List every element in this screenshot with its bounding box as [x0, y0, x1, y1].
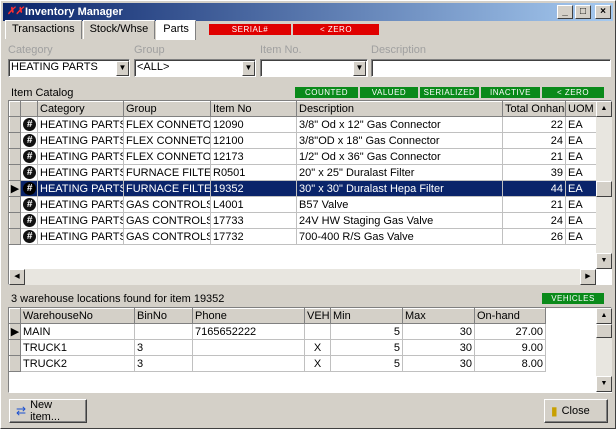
- tab-strip: Transactions Stock/Whse Parts: [5, 20, 197, 40]
- counted-badge: COUNTED: [295, 87, 358, 98]
- scroll-down-arrow-icon[interactable]: ▼: [596, 376, 612, 392]
- app-icon: ✗✗: [7, 6, 24, 17]
- tab-parts[interactable]: Parts: [156, 20, 196, 40]
- hash-icon: #: [23, 118, 36, 131]
- table-row-selected[interactable]: ▶ # HEATING PARTS FURNACE FILTERS 19352 …: [9, 180, 600, 197]
- itemno-dropdown-arrow-icon[interactable]: ▼: [353, 61, 366, 76]
- table-row[interactable]: # HEATING PARTS FLEX CONNETORS 12090 3/8…: [9, 116, 600, 133]
- hash-icon: #: [23, 230, 36, 243]
- description-label: Description: [371, 44, 427, 56]
- hash-icon: #: [23, 166, 36, 179]
- vehicles-badge: VEHICLES: [542, 293, 604, 304]
- close-button[interactable]: ▮ Close: [544, 399, 608, 423]
- col-on-hand[interactable]: On-hand: [474, 308, 546, 324]
- col-uom[interactable]: UOM: [565, 101, 600, 117]
- hash-icon: #: [23, 182, 36, 195]
- table-row[interactable]: # HEATING PARTS FLEX CONNETORS 12100 3/8…: [9, 132, 600, 149]
- catalog-vertical-scrollbar[interactable]: ▲ ▼: [596, 101, 612, 269]
- itemno-field[interactable]: [260, 59, 368, 77]
- close-window-button[interactable]: ×: [595, 5, 611, 19]
- hash-icon: #: [23, 214, 36, 227]
- warehouse-vertical-scrollbar[interactable]: ▲ ▼: [596, 308, 612, 392]
- warehouse-row[interactable]: TRUCK2 3 X 5 30 8.00: [9, 355, 546, 372]
- col-group[interactable]: Group: [123, 101, 211, 117]
- tab-stock-whse[interactable]: Stock/Whse: [82, 20, 156, 39]
- door-icon: ▮: [551, 404, 558, 418]
- title-bar: ✗✗ Inventory Manager _ □ ×: [3, 3, 613, 21]
- group-select[interactable]: <ALL>: [134, 59, 256, 77]
- warehouse-vscroll-thumb[interactable]: [596, 324, 612, 338]
- col-warehouse-no[interactable]: WarehouseNo: [20, 308, 135, 324]
- window-title: Inventory Manager: [25, 6, 123, 18]
- catalog-horizontal-scrollbar[interactable]: ◀ ▶: [9, 269, 596, 285]
- col-description[interactable]: Description: [296, 101, 503, 117]
- warehouse-grid[interactable]: WarehouseNo BinNo Phone VEH Min Max On-h…: [8, 307, 612, 393]
- col-phone[interactable]: Phone: [192, 308, 305, 324]
- scroll-left-arrow-icon[interactable]: ◀: [9, 269, 25, 285]
- hash-icon: #: [23, 198, 36, 211]
- itemno-label: Item No.: [260, 44, 302, 56]
- row-pointer-icon: ▶: [10, 183, 20, 195]
- hash-icon: #: [23, 134, 36, 147]
- inventory-manager-window: ✗✗ Inventory Manager _ □ × Transactions …: [0, 0, 616, 429]
- item-catalog-title: Item Catalog: [11, 87, 74, 99]
- table-row[interactable]: # HEATING PARTS FLEX CONNETORS 12173 1/2…: [9, 148, 600, 165]
- warehouse-row[interactable]: TRUCK1 3 X 5 30 9.00: [9, 339, 546, 356]
- scroll-up-arrow-icon[interactable]: ▲: [596, 308, 612, 324]
- table-row[interactable]: # HEATING PARTS GAS CONTROLS 17733 24V H…: [9, 212, 600, 229]
- category-label: Category: [8, 44, 53, 56]
- table-row[interactable]: # HEATING PARTS FURNACE FILTERS R0501 20…: [9, 164, 600, 181]
- hash-icon: #: [23, 150, 36, 163]
- col-bin-no[interactable]: BinNo: [134, 308, 193, 324]
- category-dropdown-arrow-icon[interactable]: ▼: [116, 61, 129, 76]
- inactive-badge: INACTIVE: [481, 87, 540, 98]
- serialized-badge: SERIALIZED: [420, 87, 479, 98]
- zero-badge: < ZERO: [293, 24, 379, 35]
- group-label: Group: [134, 44, 165, 56]
- col-veh[interactable]: VEH: [304, 308, 331, 324]
- scroll-down-arrow-icon[interactable]: ▼: [596, 253, 612, 269]
- scroll-up-arrow-icon[interactable]: ▲: [596, 101, 612, 117]
- col-category[interactable]: Category: [37, 101, 124, 117]
- group-dropdown-arrow-icon[interactable]: ▼: [242, 61, 255, 76]
- item-catalog-grid[interactable]: Category Group Item No Description Total…: [8, 100, 612, 285]
- description-field[interactable]: [371, 59, 611, 77]
- zero-stock-badge: < ZERO: [542, 87, 604, 98]
- col-min[interactable]: Min: [330, 308, 403, 324]
- maximize-button[interactable]: □: [575, 5, 591, 19]
- warehouse-status-text: 3 warehouse locations found for item 193…: [11, 293, 225, 305]
- col-max[interactable]: Max: [402, 308, 475, 324]
- scroll-right-arrow-icon[interactable]: ▶: [580, 269, 596, 285]
- table-row[interactable]: # HEATING PARTS GAS CONTROLS L4001 B57 V…: [9, 196, 600, 213]
- warehouse-row[interactable]: ▶ MAIN 7165652222 5 30 27.00: [9, 323, 546, 340]
- row-pointer-icon: ▶: [10, 326, 20, 338]
- minimize-button[interactable]: _: [557, 5, 573, 19]
- new-item-icon: ⇄: [16, 404, 27, 418]
- table-row[interactable]: # HEATING PARTS GAS CONTROLS 17732 700-4…: [9, 228, 600, 245]
- serial-badge: SERIAL#: [209, 24, 291, 35]
- new-item-button[interactable]: ⇄ New item...: [9, 399, 87, 423]
- col-total-onhand[interactable]: Total Onhand: [502, 101, 566, 117]
- category-select[interactable]: HEATING PARTS: [8, 59, 130, 77]
- valued-badge: VALUED: [360, 87, 418, 98]
- col-item-no[interactable]: Item No: [210, 101, 297, 117]
- tab-transactions[interactable]: Transactions: [5, 20, 82, 39]
- catalog-vscroll-thumb[interactable]: [596, 181, 612, 197]
